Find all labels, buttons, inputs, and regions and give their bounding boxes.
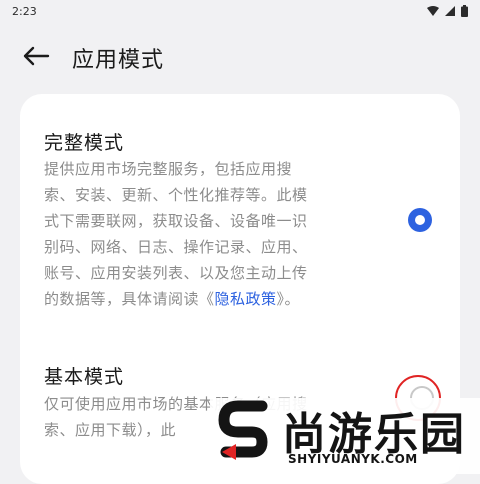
back-button[interactable] [18, 40, 54, 72]
description-line: 式下需要联网，获取设备、设备唯一识 [44, 212, 308, 230]
radio-full-mode-selected[interactable] [408, 208, 432, 232]
radio-dot [415, 215, 425, 225]
app-bar: 应用模式 [0, 34, 480, 78]
wifi-icon [427, 6, 439, 16]
cellular-icon [445, 6, 455, 16]
privacy-policy-link[interactable]: 隐私政策 [215, 290, 277, 308]
mode-title: 基本模式 [44, 366, 125, 388]
description-line: 的数据等，具体请阅读《隐私政策》。 [44, 286, 374, 312]
watermark-logo-icon [218, 400, 268, 460]
arrow-left-icon [23, 46, 50, 66]
battery-icon [461, 5, 468, 17]
watermark: 尚游乐园 SHYIYUANYK.COM [210, 398, 480, 474]
status-time: 2:23 [12, 4, 37, 18]
page-title: 应用模式 [72, 48, 165, 73]
description-text: 的数据等，具体请阅读《 [44, 290, 215, 308]
description-line: 提供应用市场完整服务，包括应用搜 [44, 160, 293, 178]
watermark-url: SHYIYUANYK.COM [288, 452, 418, 466]
mode-description: 提供应用市场完整服务，包括应用搜 索、安装、更新、个性化推荐等。此模 式下需要联… [44, 156, 374, 312]
description-line: 别码、网络、日志、操作记录、应用、 [44, 238, 308, 256]
description-line: 账号、应用安装列表、以及您主动上传 [44, 264, 308, 282]
status-icons [427, 5, 468, 17]
description-line: 索、安装、更新、个性化推荐等。此模 [44, 186, 308, 204]
status-bar: 2:23 [0, 0, 480, 22]
description-text: 》。 [276, 290, 301, 308]
mode-title: 完整模式 [44, 132, 125, 154]
